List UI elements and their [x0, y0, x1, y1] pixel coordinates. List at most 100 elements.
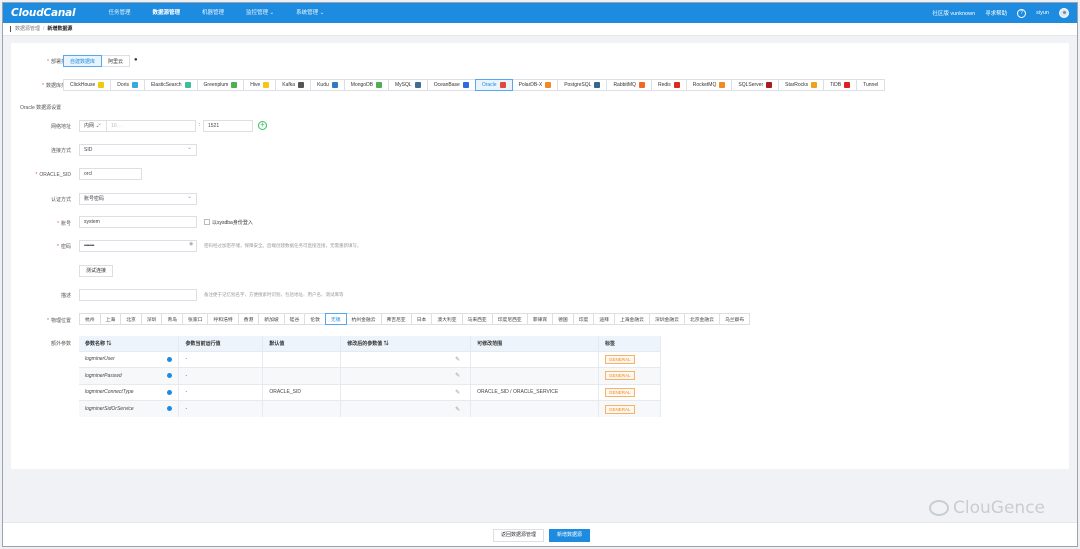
- nav-item[interactable]: 任务管理: [97, 3, 141, 23]
- conn-type-select[interactable]: SID: [79, 143, 197, 156]
- password-input[interactable]: ••••••••: [79, 240, 197, 252]
- request-help-link[interactable]: 寻求帮助: [985, 9, 1007, 17]
- add-address-icon[interactable]: +: [258, 121, 267, 130]
- breadcrumb-parent[interactable]: 数据源管理: [15, 26, 40, 32]
- deploy-type-option[interactable]: 自建数据库: [63, 55, 103, 67]
- ds-type-option[interactable]: Redis: [650, 79, 687, 91]
- table-header: 参数名称 ⇅: [79, 336, 180, 351]
- ds-type-option[interactable]: ClickHouse: [63, 79, 112, 91]
- ds-type-option[interactable]: Greenplum: [196, 79, 245, 91]
- breadcrumb: 数据源管理 / 新增数据源: [3, 23, 1077, 36]
- location-option[interactable]: 印度尼西亚: [491, 313, 528, 325]
- ds-type-option[interactable]: ElasticSearch: [143, 79, 198, 91]
- ds-type-label-text: PolarDB-X: [518, 82, 543, 88]
- ds-logo-icon: [98, 82, 105, 88]
- location-option[interactable]: 日本: [410, 313, 433, 325]
- info-circle-icon[interactable]: ●: [134, 57, 138, 63]
- param-edit-cell[interactable]: ✎: [340, 400, 472, 417]
- location-option[interactable]: 菲律宾: [526, 313, 554, 325]
- location-option[interactable]: 新加坡: [258, 313, 285, 325]
- location-option[interactable]: 迪拜: [593, 313, 615, 325]
- back-button[interactable]: 返回数据源管理: [493, 529, 545, 542]
- ds-type-option[interactable]: RocketMQ: [685, 79, 733, 91]
- test-connection-button[interactable]: 测试连接: [79, 265, 114, 277]
- deploy-type-label: * 部署类型: [47, 59, 71, 65]
- ds-type-option[interactable]: StarRocks: [778, 79, 825, 91]
- ds-type-option[interactable]: Kudu: [310, 79, 345, 91]
- edit-icon[interactable]: ✎: [455, 389, 460, 396]
- sysdba-checkbox[interactable]: [204, 219, 210, 225]
- param-edit-cell[interactable]: ✎: [340, 367, 472, 384]
- info-icon[interactable]: [167, 389, 173, 395]
- location-option[interactable]: 杭州: [79, 313, 101, 325]
- ds-type-option[interactable]: OceanBase: [426, 79, 476, 91]
- account-input[interactable]: system: [79, 216, 197, 228]
- username[interactable]: siyun: [1036, 10, 1049, 16]
- auth-select[interactable]: 账号密码: [79, 192, 197, 205]
- location-option[interactable]: 青岛: [161, 313, 184, 325]
- location-option[interactable]: 杭州金融云: [345, 313, 382, 325]
- nav-item[interactable]: 系统管理 ⌄: [285, 3, 335, 23]
- ds-type-option[interactable]: Doris: [110, 79, 145, 91]
- ds-type-option[interactable]: RabbitMQ: [606, 79, 652, 91]
- network-scope-select[interactable]: 内网 ⌄: [79, 119, 107, 132]
- info-icon[interactable]: [167, 356, 173, 362]
- location-option[interactable]: 印度: [572, 313, 595, 325]
- location-option[interactable]: 张家口: [182, 313, 209, 325]
- table-header: 标签: [598, 336, 661, 351]
- ds-type-option[interactable]: Kafka: [275, 79, 312, 91]
- network-host-input[interactable]: 10. . .: [106, 120, 196, 132]
- ds-type-option[interactable]: PolarDB-X: [511, 79, 559, 91]
- location-option[interactable]: 香港: [237, 313, 260, 325]
- help-icon[interactable]: ?: [1017, 8, 1027, 18]
- top-navbar: CloudCanal 任务管理 数据源管理 机器管理 监控管理 ⌄ 系统管理 ⌄ 社区版…: [3, 3, 1077, 23]
- location-option[interactable]: 硅谷: [283, 313, 306, 325]
- nav-item[interactable]: 数据源管理: [141, 3, 191, 23]
- ds-type-option[interactable]: TiDB: [823, 79, 858, 91]
- auth-label: 认证方式: [50, 197, 71, 203]
- location-option[interactable]: 北京: [120, 313, 142, 325]
- location-option[interactable]: 上海金融云: [613, 313, 650, 325]
- network-port-input[interactable]: 1521: [203, 120, 253, 132]
- ds-type-option[interactable]: Tunnel: [856, 79, 886, 91]
- param-edit-cell[interactable]: ✎: [340, 383, 472, 401]
- edit-icon[interactable]: ✎: [455, 372, 460, 379]
- location-option[interactable]: 伦敦: [304, 313, 326, 325]
- location-option[interactable]: 呼和浩特: [207, 313, 239, 325]
- location-option[interactable]: 北京金融云: [683, 313, 720, 325]
- location-option[interactable]: 澳大利亚: [431, 313, 463, 325]
- sid-input[interactable]: orcl: [79, 168, 142, 180]
- table-header: 参数当前运行值: [178, 336, 264, 351]
- location-option[interactable]: 深圳: [140, 313, 163, 325]
- location-option[interactable]: 上海: [99, 313, 122, 325]
- location-option[interactable]: 弗吉尼亚: [380, 313, 412, 325]
- location-option[interactable]: 无锡: [324, 313, 347, 325]
- ds-type-option[interactable]: SQLServer: [731, 79, 780, 91]
- location-option[interactable]: 乌兰察布: [718, 313, 751, 325]
- info-icon[interactable]: [167, 373, 173, 378]
- ds-type-option[interactable]: MongoDB: [343, 79, 390, 91]
- edit-icon[interactable]: ✎: [455, 406, 460, 413]
- avatar[interactable]: [1059, 8, 1069, 18]
- submit-button[interactable]: 新增数据源: [549, 529, 591, 542]
- location-option[interactable]: 德国: [552, 313, 574, 325]
- desc-input[interactable]: [79, 289, 197, 301]
- param-edit-cell[interactable]: ✎: [340, 350, 472, 368]
- table-header: 可修改范围: [470, 336, 599, 351]
- nav-item[interactable]: 机器管理: [191, 3, 235, 23]
- ds-type-label-text: MongoDB: [350, 82, 374, 88]
- ds-type-option[interactable]: MySQL: [388, 79, 428, 91]
- ds-type-option[interactable]: Oracle: [474, 79, 513, 91]
- deploy-type-option[interactable]: 阿里云: [101, 55, 131, 67]
- app-logo[interactable]: CloudCanal: [11, 7, 76, 19]
- info-icon[interactable]: [167, 406, 173, 411]
- location-option[interactable]: 深圳金融云: [648, 313, 685, 325]
- ds-type-label-text: OceanBase: [433, 82, 460, 88]
- ds-type-option[interactable]: PostgreSQL: [557, 79, 608, 91]
- edit-icon[interactable]: ✎: [455, 356, 460, 363]
- nav-item[interactable]: 监控管理 ⌄: [235, 3, 285, 23]
- location-option[interactable]: 马来西亚: [461, 313, 493, 325]
- ds-logo-icon: [673, 82, 680, 88]
- eye-icon[interactable]: ◉: [189, 241, 193, 247]
- ds-type-option[interactable]: Hive: [243, 79, 277, 91]
